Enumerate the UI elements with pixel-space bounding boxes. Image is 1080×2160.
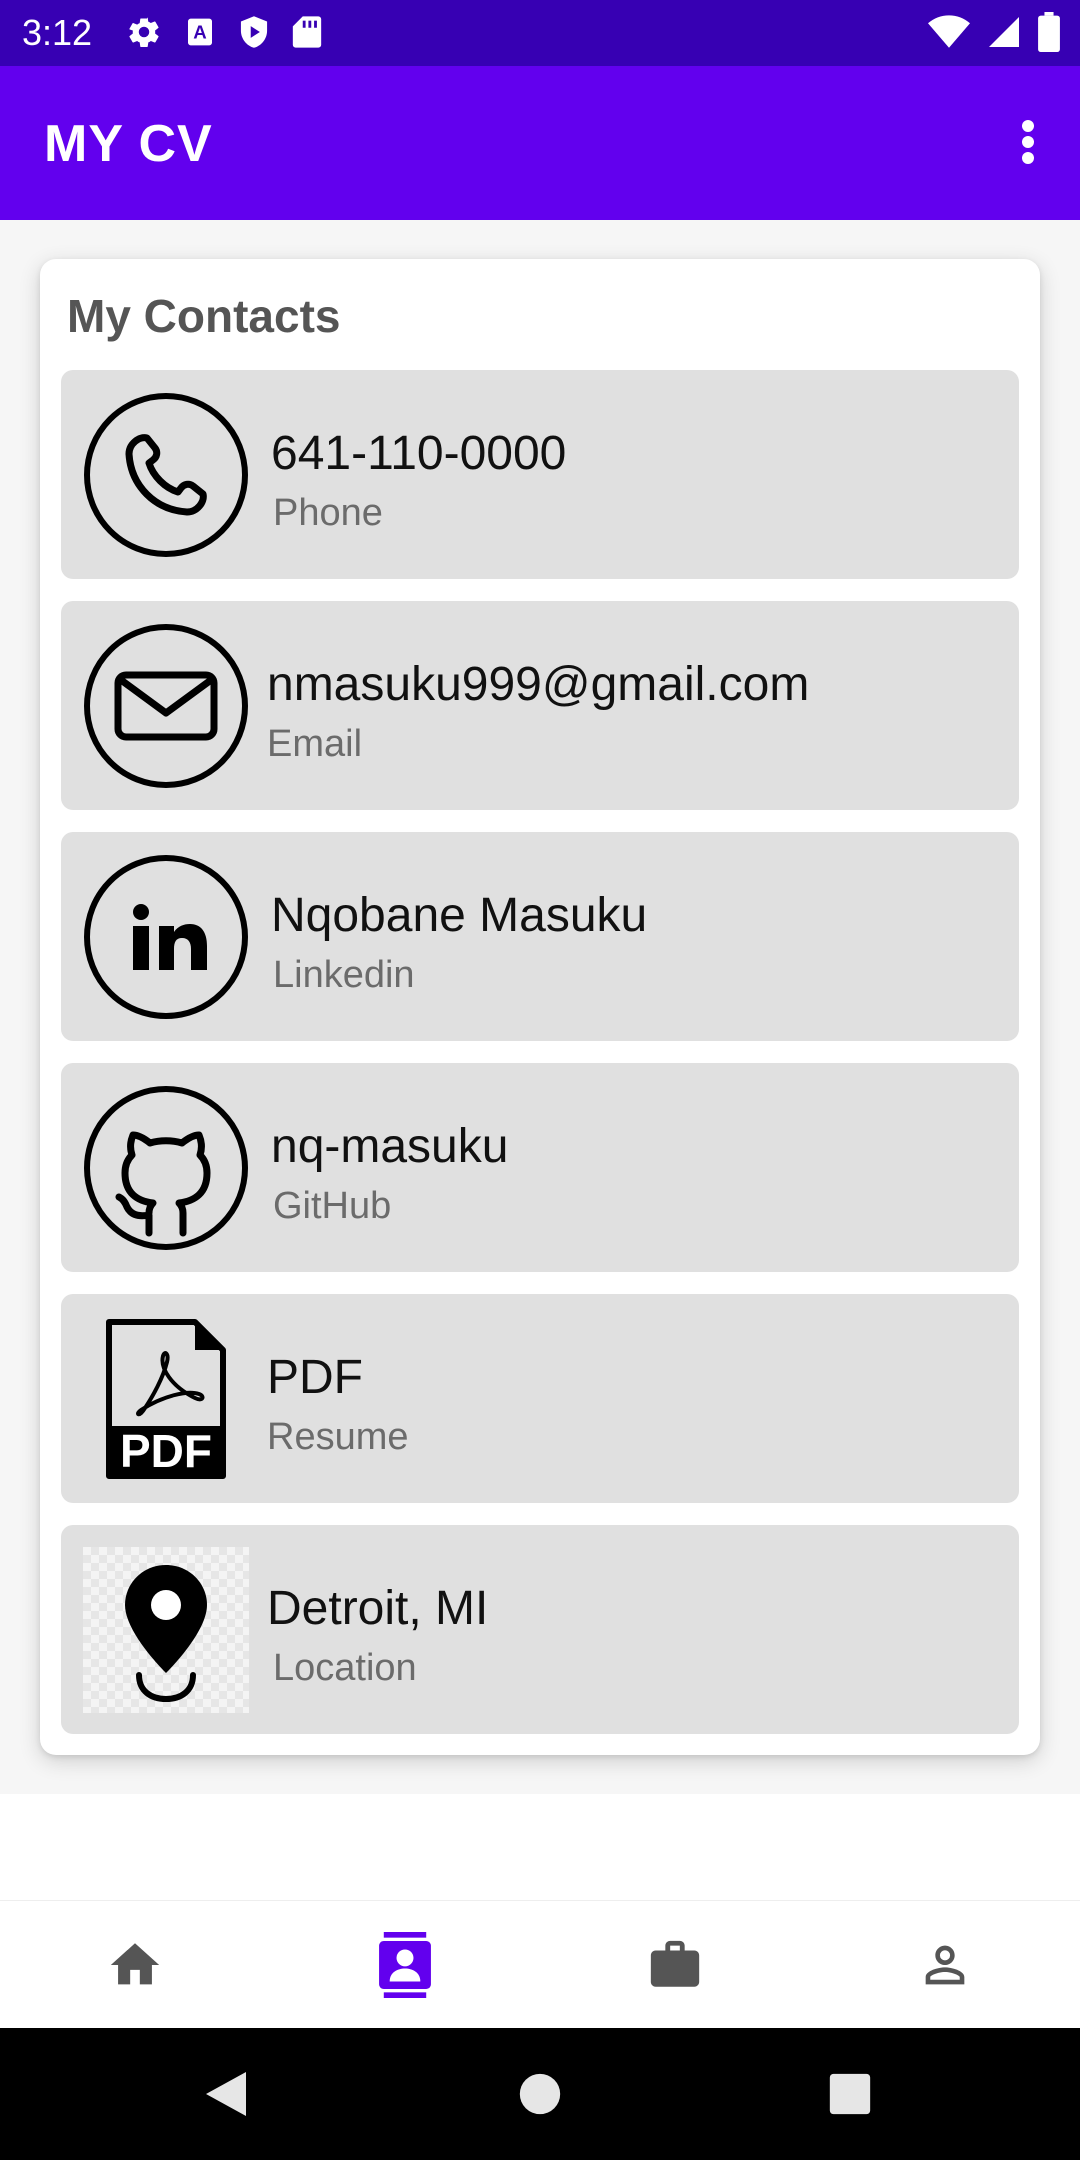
signal-icon bbox=[986, 14, 1022, 55]
contact-label: GitHub bbox=[273, 1185, 392, 1227]
contact-row-github[interactable]: nq-masuku GitHub bbox=[61, 1063, 1019, 1272]
battery-icon bbox=[1038, 12, 1060, 57]
contact-row-linkedin[interactable]: Nqobane Masuku Linkedin bbox=[61, 832, 1019, 1041]
status-system-icons bbox=[928, 12, 1060, 57]
contact-label: Email bbox=[267, 723, 363, 765]
contact-value: Nqobane Masuku bbox=[271, 889, 648, 942]
contact-value: nq-masuku bbox=[271, 1120, 509, 1173]
contact-label: Location bbox=[273, 1647, 417, 1689]
linkedin-icon bbox=[83, 854, 249, 1020]
svg-text:A: A bbox=[193, 22, 206, 43]
more-vert-icon bbox=[1022, 120, 1034, 164]
font-a-icon: A bbox=[184, 16, 216, 53]
contact-value: Detroit, MI bbox=[267, 1582, 489, 1635]
back-icon bbox=[206, 2072, 246, 2116]
contact-value: 641-110-0000 bbox=[271, 427, 567, 480]
contacts-card: My Contacts 641-110-0000 Phone nmasuku99… bbox=[40, 259, 1040, 1755]
contact-value: nmasuku999@gmail.com bbox=[267, 658, 810, 711]
system-home-button[interactable] bbox=[504, 2058, 576, 2130]
contact-label: Phone bbox=[273, 492, 383, 534]
phone-icon bbox=[83, 392, 249, 558]
contact-value: PDF bbox=[267, 1351, 363, 1404]
bottom-navigation bbox=[0, 1900, 1080, 2028]
briefcase-icon bbox=[650, 1940, 700, 1987]
person-icon bbox=[925, 1945, 965, 1985]
svg-text:PDF: PDF bbox=[120, 1425, 212, 1477]
nav-home-button[interactable] bbox=[0, 1901, 270, 2029]
more-options-button[interactable] bbox=[1000, 110, 1056, 174]
nav-contacts-button[interactable] bbox=[270, 1901, 540, 2029]
system-back-button[interactable] bbox=[190, 2058, 262, 2130]
recents-icon bbox=[829, 2073, 871, 2115]
app-bar: MY CV bbox=[0, 66, 1080, 220]
nav-work-button[interactable] bbox=[540, 1901, 810, 2029]
contact-row-email[interactable]: nmasuku999@gmail.com Email bbox=[61, 601, 1019, 810]
location-pin-icon bbox=[83, 1547, 249, 1713]
contact-label: Resume bbox=[267, 1416, 409, 1458]
wifi-icon bbox=[928, 14, 970, 55]
settings-icon bbox=[126, 14, 162, 55]
contact-label: Linkedin bbox=[273, 954, 415, 996]
status-time: 3:12 bbox=[22, 12, 93, 53]
pdf-icon: PDF bbox=[83, 1316, 249, 1482]
app-title: MY CV bbox=[44, 115, 213, 173]
card-title: My Contacts bbox=[67, 290, 341, 342]
status-bar: 3:12 A bbox=[0, 0, 1080, 66]
contact-card-icon bbox=[379, 1932, 431, 1998]
contact-row-location[interactable]: Detroit, MI Location bbox=[61, 1525, 1019, 1734]
github-icon bbox=[83, 1085, 249, 1251]
nav-profile-button[interactable] bbox=[810, 1901, 1080, 2029]
status-notification-icons: A bbox=[126, 14, 322, 55]
system-navigation-bar bbox=[0, 2028, 1080, 2160]
home-circle-icon bbox=[519, 2073, 561, 2115]
play-protect-icon bbox=[238, 15, 270, 54]
home-icon bbox=[110, 1943, 160, 1985]
system-recents-button[interactable] bbox=[814, 2058, 886, 2130]
sd-card-icon bbox=[292, 15, 322, 54]
contact-row-resume[interactable]: PDF PDF Resume bbox=[61, 1294, 1019, 1503]
contact-row-phone[interactable]: 641-110-0000 Phone bbox=[61, 370, 1019, 579]
email-icon bbox=[83, 623, 249, 789]
